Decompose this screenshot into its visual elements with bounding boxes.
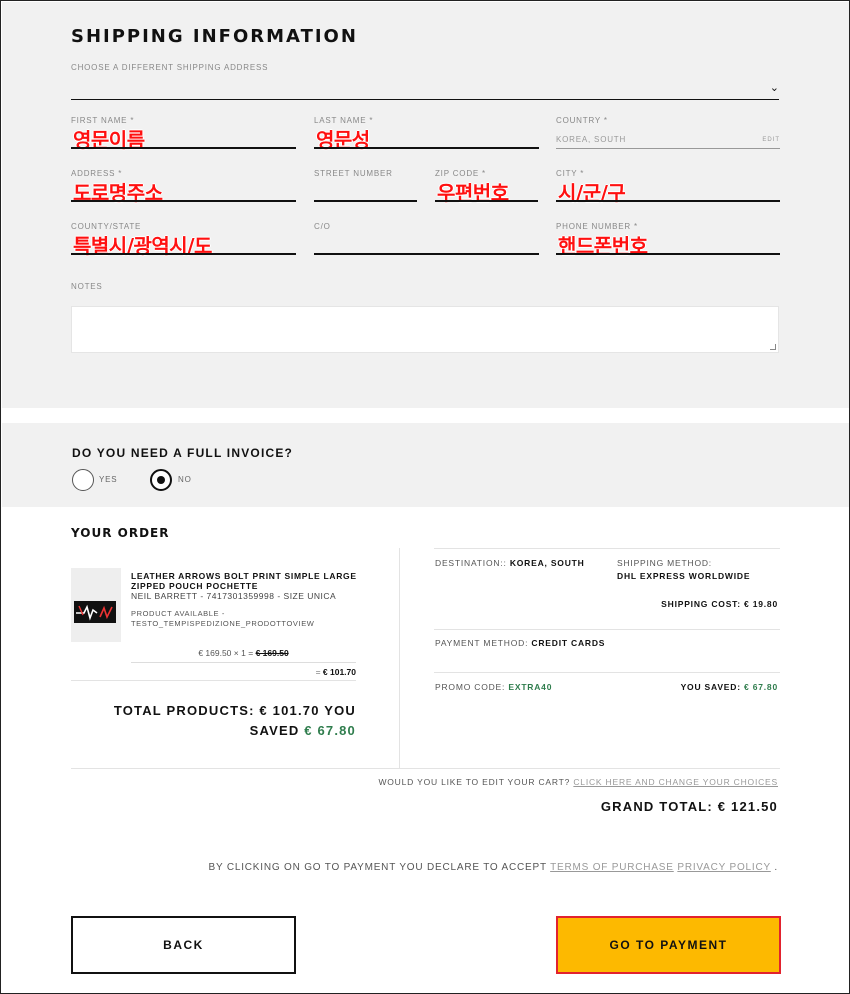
field-underline	[314, 200, 417, 202]
address-field[interactable]: ADDRESS * 도로명주소	[71, 169, 296, 205]
checkout-page: SHIPPING INFORMATION CHOOSE A DIFFERENT …	[0, 0, 850, 994]
shipping-title: SHIPPING INFORMATION	[71, 26, 358, 47]
chevron-down-icon: ⌄	[769, 82, 779, 94]
invoice-no-radio[interactable]	[150, 469, 172, 491]
promo-code: PROMO CODE: EXTRA40	[435, 682, 552, 692]
total-products-value: € 101.70	[259, 703, 320, 718]
payment-method-label: PAYMENT METHOD:	[435, 638, 529, 648]
invoice-no-label[interactable]: NO	[178, 475, 192, 484]
destination-label: DESTINATION::	[435, 558, 507, 568]
field-underline	[314, 253, 539, 255]
first-name-field[interactable]: FIRST NAME * 영문이름	[71, 116, 296, 152]
field-underline	[71, 200, 296, 202]
promo-value: EXTRA40	[508, 682, 553, 692]
field-underline	[556, 253, 780, 255]
invoice-question: DO YOU NEED A FULL INVOICE?	[72, 446, 294, 460]
saved-value: € 67.80	[304, 723, 356, 738]
field-underline	[71, 147, 296, 149]
your-order-title: YOUR ORDER	[71, 526, 170, 540]
shipping-address-select[interactable]: ⌄	[71, 79, 779, 100]
product-availability: PRODUCT AVAILABLE - TESTO_TEMPISPEDIZION…	[131, 609, 315, 628]
grand-total: GRAND TOTAL: € 121.50	[601, 799, 778, 814]
grand-total-value: € 121.50	[717, 799, 778, 814]
pouch-illustration	[74, 601, 116, 623]
you-label: YOU	[324, 703, 356, 718]
old-price: € 169.50	[255, 648, 289, 658]
terms-end: .	[774, 862, 778, 873]
country-label: COUNTRY *	[556, 116, 608, 125]
equals-sign: =	[315, 667, 321, 677]
product-image[interactable]	[71, 568, 121, 642]
invoice-section: DO YOU NEED A FULL INVOICE? YES NO	[2, 423, 849, 507]
order-bottom-divider	[71, 768, 780, 769]
country-field: COUNTRY * KOREA, SOUTH EDIT	[556, 116, 780, 151]
total-products-label: TOTAL PRODUCTS:	[113, 703, 255, 718]
edit-cart-question: WOULD YOU LIKE TO EDIT YOUR CART?	[378, 777, 571, 787]
field-underline	[314, 147, 539, 149]
destination: DESTINATION:: KOREA, SOUTH	[435, 558, 585, 568]
product-name[interactable]: LEATHER ARROWS BOLT PRINT SIMPLE LARGE Z…	[131, 571, 371, 591]
terms-line: BY CLICKING ON GO TO PAYMENT YOU DECLARE…	[208, 862, 778, 873]
terms-text: BY CLICKING ON GO TO PAYMENT YOU DECLARE…	[208, 862, 547, 873]
order-left-divider	[71, 680, 356, 681]
payment-method-value: CREDIT CARDS	[531, 638, 606, 648]
right-low-divider	[434, 672, 780, 673]
co-label: C/O	[314, 222, 331, 231]
right-top-divider	[434, 548, 780, 549]
order-divider-vertical	[399, 548, 400, 768]
street-number-field[interactable]: STREET NUMBER	[314, 169, 417, 204]
notes-textarea[interactable]	[71, 306, 779, 353]
shipping-method-label: SHIPPING METHOD:	[617, 558, 712, 568]
price-divider	[131, 662, 356, 663]
saved-label: SAVED	[249, 723, 300, 738]
notes-label: NOTES	[71, 282, 103, 291]
promo-label: PROMO CODE:	[435, 682, 506, 692]
field-underline	[71, 253, 296, 255]
quantity: 1	[241, 648, 246, 658]
field-underline	[556, 200, 780, 202]
product-brand-line: NEIL BARRETT - 7417301359998 - SIZE UNIC…	[131, 591, 337, 601]
county-state-field[interactable]: COUNTY/STATE 특별시/광역시/도	[71, 222, 296, 258]
street-number-label: STREET NUMBER	[314, 169, 393, 178]
destination-value: KOREA, SOUTH	[509, 558, 585, 568]
payment-method: PAYMENT METHOD: CREDIT CARDS	[435, 638, 605, 648]
product-subtotal: = € 101.70	[131, 667, 356, 677]
you-saved-label: YOU SAVED:	[680, 682, 741, 692]
country-edit-link[interactable]: EDIT	[762, 137, 780, 143]
field-underline	[435, 200, 538, 202]
you-saved: YOU SAVED: € 67.80	[681, 682, 778, 692]
total-products: TOTAL PRODUCTS: € 101.70 YOU SAVED € 67.…	[71, 701, 356, 741]
shipping-method-value: DHL EXPRESS WORLDWIDE	[617, 571, 750, 581]
go-to-payment-button[interactable]: GO TO PAYMENT	[556, 916, 781, 974]
zip-code-field[interactable]: ZIP CODE * 우편번호	[435, 169, 538, 205]
field-underline	[556, 148, 780, 149]
resize-grip-icon[interactable]	[770, 344, 776, 350]
shipping-cost-label: SHIPPING COST:	[661, 599, 741, 609]
choose-address-label: CHOOSE A DIFFERENT SHIPPING ADDRESS	[71, 63, 269, 72]
product-price-line: € 169.50 × 1 = € 169.50	[131, 648, 356, 658]
equals-sign: =	[248, 648, 254, 658]
city-field[interactable]: CITY * 시/군/구	[556, 169, 780, 205]
terms-of-purchase-link[interactable]: TERMS OF PURCHASE	[550, 862, 674, 873]
edit-cart-link[interactable]: CLICK HERE AND CHANGE YOUR CHOICES	[573, 777, 778, 787]
invoice-yes-label[interactable]: YES	[99, 475, 117, 484]
subtotal-value: € 101.70	[322, 667, 356, 677]
shipping-cost-value: € 19.80	[744, 599, 778, 609]
shipping-cost: SHIPPING COST: € 19.80	[661, 599, 778, 609]
right-mid-divider	[434, 629, 780, 630]
times-sign: ×	[233, 648, 239, 658]
you-saved-value: € 67.80	[744, 682, 778, 692]
country-value: KOREA, SOUTH	[556, 135, 627, 144]
shipping-method-name: DHL EXPRESS WORLDWIDE	[617, 571, 751, 581]
edit-cart-line: WOULD YOU LIKE TO EDIT YOUR CART? CLICK …	[378, 777, 778, 787]
co-field[interactable]: C/O	[314, 222, 539, 257]
grand-total-label: GRAND TOTAL:	[600, 799, 713, 814]
back-button[interactable]: BACK	[71, 916, 296, 974]
last-name-field[interactable]: LAST NAME * 영문성	[314, 116, 539, 152]
phone-field[interactable]: PHONE NUMBER * 핸드폰번호	[556, 222, 780, 258]
unit-price: € 169.50	[198, 648, 232, 658]
privacy-policy-link[interactable]: PRIVACY POLICY	[677, 862, 770, 873]
invoice-yes-radio[interactable]	[72, 469, 94, 491]
